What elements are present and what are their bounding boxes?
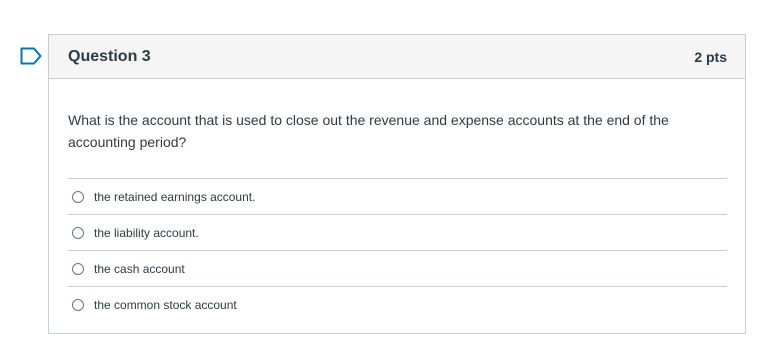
answer-option[interactable]: the cash account	[68, 251, 727, 287]
answer-option[interactable]: the liability account.	[68, 215, 727, 251]
radio-button-icon[interactable]	[72, 262, 84, 275]
question-text: What is the account that is used to clos…	[68, 112, 669, 150]
radio-button-icon[interactable]	[72, 190, 84, 203]
answer-option[interactable]: the common stock account	[68, 287, 727, 322]
answer-label: the common stock account	[94, 297, 237, 312]
question-points: 2 pts	[694, 48, 727, 65]
radio-button-icon[interactable]	[72, 298, 84, 311]
answer-list: the retained earnings account. the liabi…	[68, 178, 727, 322]
answer-label: the liability account.	[94, 225, 199, 240]
answer-option[interactable]: the retained earnings account.	[68, 179, 727, 215]
question-body: What is the account that is used to clos…	[49, 79, 745, 322]
question-title: Question 3	[68, 47, 151, 65]
question-card: Question 3 2 pts What is the account tha…	[48, 34, 746, 334]
question-header: Question 3 2 pts	[49, 35, 745, 79]
flag-question-icon[interactable]	[20, 47, 42, 65]
quiz-page: Question 3 2 pts What is the account tha…	[0, 0, 775, 353]
radio-button-icon[interactable]	[72, 226, 84, 239]
answer-label: the retained earnings account.	[94, 189, 256, 204]
answer-label: the cash account	[94, 261, 185, 276]
